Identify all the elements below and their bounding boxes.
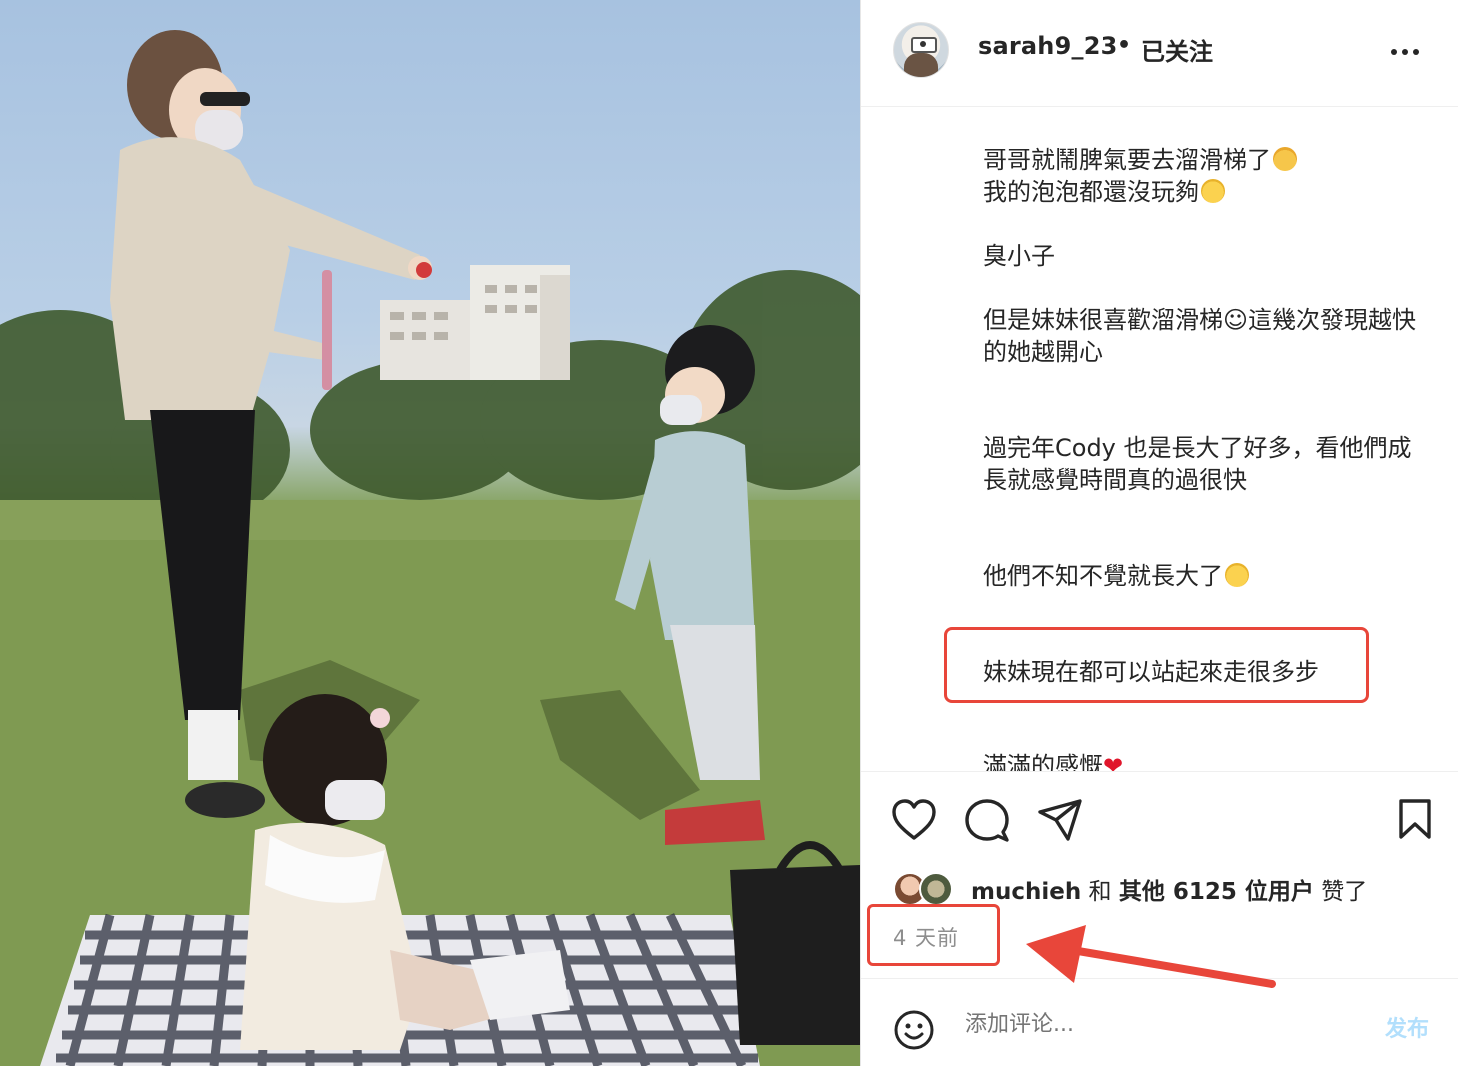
caption-line: 臭小子	[983, 242, 1055, 270]
liker-avatar[interactable]	[919, 872, 953, 906]
post-comment-button[interactable]: 发布	[1385, 1011, 1429, 1043]
paper-plane-icon[interactable]	[1037, 798, 1083, 842]
likes-count[interactable]: 其他 6125 位用户	[1119, 879, 1314, 905]
red-heart-emoji-icon: ❤	[1103, 752, 1124, 771]
liker-username[interactable]: muchieh	[971, 879, 1081, 905]
post-photo[interactable]	[0, 0, 860, 1066]
caption-line: 但是妹妹很喜歡溜滑梯☺︎這幾次發現越快	[983, 306, 1417, 334]
bookmark-icon[interactable]	[1397, 798, 1433, 840]
post-caption: 哥哥就鬧脾氣要去溜滑梯了 我的泡泡都還沒玩夠 臭小子 但是妹妹很喜歡溜滑梯☺︎這…	[861, 107, 1458, 771]
heart-icon[interactable]	[891, 798, 937, 842]
post-header: sarah9_23 • 已关注	[861, 0, 1458, 107]
caption-line: 滿滿的感慨❤	[983, 746, 1123, 771]
pleading-face-emoji-icon	[1225, 563, 1249, 587]
author-username[interactable]: sarah9_23	[978, 32, 1118, 60]
author-avatar[interactable]	[893, 22, 949, 78]
caption-line: 他們不知不覺就長大了	[983, 556, 1249, 591]
more-options-icon[interactable]	[1391, 40, 1431, 60]
follow-status-button[interactable]: 已关注	[1141, 32, 1213, 67]
smiley-icon[interactable]	[893, 1009, 935, 1051]
likes-connector: 和	[1088, 879, 1112, 905]
comment-input[interactable]	[963, 1011, 1347, 1038]
caption-line: 長就感覺時間真的過很快	[983, 466, 1247, 494]
header-separator: •	[1117, 33, 1132, 58]
caption-line: 我的泡泡都還沒玩夠	[983, 172, 1225, 207]
caption-line: 的她越開心	[983, 338, 1103, 366]
comment-bar: 发布	[861, 978, 1458, 1067]
comment-bubble-icon[interactable]	[964, 798, 1010, 844]
caption-line: 過完年Cody 也是長大了好多，看他們成	[983, 434, 1412, 462]
post-actions	[861, 771, 1458, 872]
no-mouth-face-emoji-icon	[1201, 179, 1225, 203]
caption-highlight-box	[944, 627, 1369, 703]
likes-text: muchieh 和 其他 6125 位用户 赞了	[971, 872, 1367, 906]
photo-illustration	[0, 30, 860, 1066]
timestamp-highlight-box	[867, 904, 1000, 966]
likes-summary[interactable]: muchieh 和 其他 6125 位用户 赞了	[861, 866, 1458, 906]
post-detail-panel: sarah9_23 • 已关注 哥哥就鬧脾氣要去溜滑梯了 我的泡泡都還沒玩夠 臭…	[860, 0, 1458, 1066]
exploding-head-emoji-icon	[1273, 147, 1297, 171]
caption-line: 哥哥就鬧脾氣要去溜滑梯了	[983, 140, 1297, 175]
likes-suffix: 赞了	[1321, 879, 1368, 905]
